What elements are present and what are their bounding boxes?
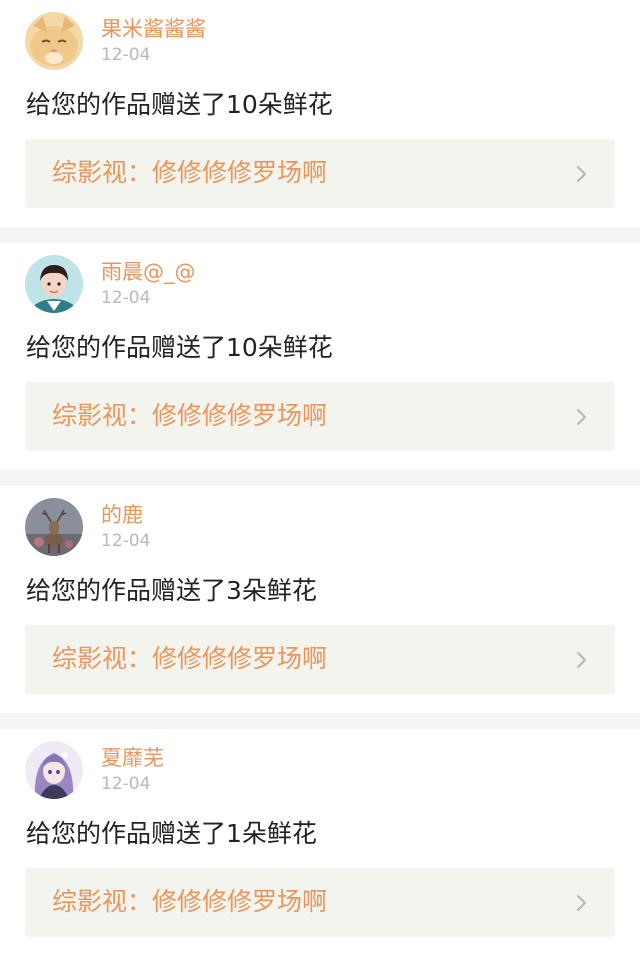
gift-message: 给您的作品赠送了10朵鲜花 <box>26 333 333 362</box>
work-title: 修修修修罗场啊 <box>152 401 328 430</box>
separator <box>0 470 640 486</box>
chevron-right-icon <box>575 407 589 427</box>
notification-card: 的鹿 12-04 给您的作品赠送了3朵鲜花 综影视：修修修修罗场啊 <box>0 486 640 713</box>
work-link-text: 综影视：修修修修罗场啊 <box>52 885 327 919</box>
gift-message: 给您的作品赠送了1朵鲜花 <box>26 819 317 848</box>
notification-date: 12-04 <box>101 531 151 551</box>
notification-date: 12-04 <box>101 774 151 794</box>
chevron-right-icon <box>575 164 589 184</box>
username[interactable]: 果米酱酱酱 <box>101 16 206 42</box>
work-link-text: 综影视：修修修修罗场啊 <box>52 399 327 433</box>
gift-message: 给您的作品赠送了10朵鲜花 <box>26 90 333 119</box>
notification-date: 12-04 <box>101 45 151 65</box>
notification-date: 12-04 <box>101 288 151 308</box>
notification-feed: 果米酱酱酱 12-04 给您的作品赠送了10朵鲜花 综影视：修修修修罗场啊 雨晨 <box>0 0 640 956</box>
work-link[interactable]: 综影视：修修修修罗场啊 <box>25 382 615 451</box>
work-title: 修修修修罗场啊 <box>152 158 328 187</box>
chevron-right-icon <box>575 893 589 913</box>
anime-girl-avatar-icon[interactable] <box>25 741 83 799</box>
work-title: 修修修修罗场啊 <box>152 887 328 916</box>
work-link[interactable]: 综影视：修修修修罗场啊 <box>25 625 615 694</box>
username[interactable]: 的鹿 <box>101 502 143 528</box>
chevron-right-icon <box>575 650 589 670</box>
person-avatar-icon[interactable] <box>25 255 83 313</box>
work-title: 修修修修罗场啊 <box>152 644 328 673</box>
separator <box>0 227 640 243</box>
work-link-text: 综影视：修修修修罗场啊 <box>52 156 327 190</box>
work-link-text: 综影视：修修修修罗场啊 <box>52 642 327 676</box>
work-link[interactable]: 综影视：修修修修罗场啊 <box>25 868 615 937</box>
gift-message: 给您的作品赠送了3朵鲜花 <box>26 576 317 605</box>
separator <box>0 713 640 729</box>
work-category-label: 综影视： <box>52 401 153 430</box>
work-link[interactable]: 综影视：修修修修罗场啊 <box>25 139 615 208</box>
username[interactable]: 雨晨@_@ <box>101 259 196 285</box>
kitten-avatar-icon[interactable] <box>25 12 83 70</box>
deer-avatar-icon[interactable] <box>25 498 83 556</box>
work-category-label: 综影视： <box>52 887 153 916</box>
notification-card: 夏靡芜 12-04 给您的作品赠送了1朵鲜花 综影视：修修修修罗场啊 <box>0 729 640 956</box>
notification-card: 雨晨@_@ 12-04 给您的作品赠送了10朵鲜花 综影视：修修修修罗场啊 <box>0 243 640 470</box>
username[interactable]: 夏靡芜 <box>101 745 164 771</box>
notification-card: 果米酱酱酱 12-04 给您的作品赠送了10朵鲜花 综影视：修修修修罗场啊 <box>0 0 640 227</box>
work-category-label: 综影视： <box>52 158 153 187</box>
work-category-label: 综影视： <box>52 644 153 673</box>
